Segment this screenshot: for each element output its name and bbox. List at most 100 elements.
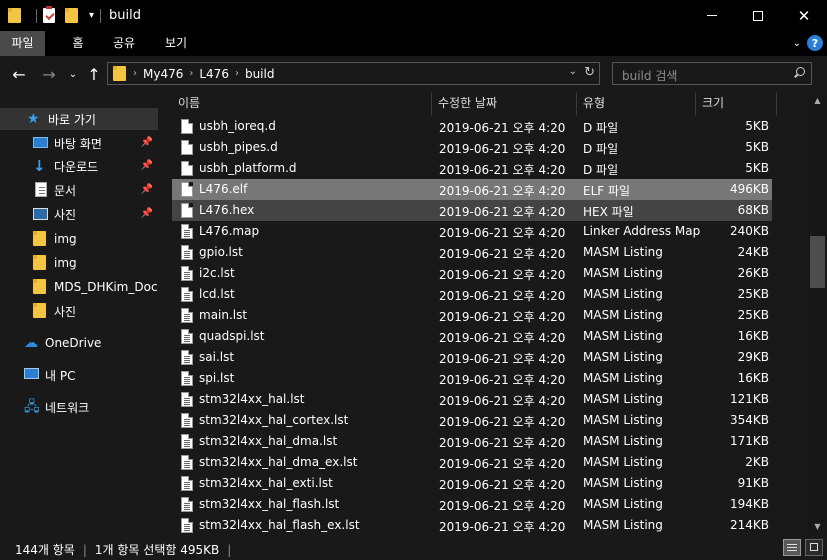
breadcrumb-l476[interactable]: L476 — [199, 67, 229, 81]
column-divider[interactable] — [776, 92, 777, 116]
help-icon[interactable]: ? — [807, 35, 823, 51]
nav-item-this-pc[interactable]: 내 PC — [0, 364, 158, 386]
forward-button[interactable]: → — [40, 65, 58, 84]
table-row[interactable]: stm32l4xx_hal.lst 2019-06-21 오후 4:20 MASM … — [172, 389, 772, 410]
nav-item-img-2[interactable]: img — [0, 252, 158, 274]
nav-item-onedrive[interactable]: ☁ OneDrive — [0, 332, 158, 354]
table-row[interactable]: L476.elf 2019-06-21 오후 4:20 ELF 파일 496KB — [172, 179, 772, 200]
ribbon-expand-icon[interactable]: ⌄ — [793, 38, 801, 49]
ribbon: 파일 홈 공유 보기 ⌄ ? — [0, 31, 827, 56]
search-input[interactable]: build 검색 — [612, 62, 812, 85]
table-row[interactable]: main.lst 2019-06-21 오후 4:20 MASM Listing 25… — [172, 305, 772, 326]
close-button[interactable]: ✕ — [781, 0, 827, 31]
nav-item-label: 바탕 화면 — [54, 136, 102, 151]
large-icons-view-icon — [810, 543, 818, 551]
address-dropdown-icon[interactable]: ⌄ — [569, 66, 577, 77]
table-row[interactable]: L476.map 2019-06-21 오후 4:20 Linker Address… — [172, 221, 772, 242]
table-row[interactable]: stm32l4xx_hal_flash_ex.lst 2019-06-21 오후 … — [172, 515, 772, 535]
nav-quick-access[interactable]: ★ 바로 가기 — [0, 108, 158, 130]
scroll-up-icon[interactable]: ▲ — [808, 92, 827, 109]
breadcrumb-my476[interactable]: My476 — [143, 67, 183, 81]
address-bar[interactable]: › My476 › L476 › build ⌄ ↻ — [107, 62, 600, 85]
recent-locations-button[interactable]: ⌄ — [64, 65, 82, 83]
table-row[interactable]: sai.lst 2019-06-21 오후 4:20 MASM Listing 29K… — [172, 347, 772, 368]
pin-icon[interactable]: 📌 — [141, 208, 153, 219]
table-row[interactable]: gpio.lst 2019-06-21 오후 4:20 MASM Listing 24… — [172, 242, 772, 263]
table-row[interactable]: stm32l4xx_hal_exti.lst 2019-06-21 오후 4:20… — [172, 473, 772, 494]
chevron-right-icon[interactable]: › — [235, 68, 239, 79]
refresh-icon[interactable]: ↻ — [584, 65, 595, 80]
nav-item-mds-dhkim-docs[interactable]: MDS_DHKim_Docs — [0, 276, 158, 298]
nav-item-desktop[interactable]: 바탕 화면 📌 — [0, 132, 158, 154]
table-row[interactable]: usbh_platform.d 2019-06-21 오후 4:20 D 파일 5KB — [172, 158, 772, 179]
file-name: stm32l4xx_hal_dma.lst — [199, 434, 338, 448]
table-row[interactable]: spi.lst 2019-06-21 오후 4:20 MASM Listing 16K… — [172, 368, 772, 389]
file-size: 496KB — [729, 182, 769, 196]
maximize-button[interactable] — [735, 0, 781, 31]
table-row[interactable]: stm32l4xx_hal_flash.lst 2019-06-21 오후 4:2… — [172, 494, 772, 515]
scroll-thumb[interactable] — [810, 236, 825, 288]
back-button[interactable]: ← — [10, 65, 28, 84]
tab-home[interactable]: 홈 — [58, 31, 98, 56]
table-row[interactable]: usbh_pipes.d 2019-06-21 오후 4:20 D 파일 5KB — [172, 137, 772, 158]
quick-access-toolbar: ▾ build — [0, 0, 141, 31]
document-icon — [33, 182, 49, 198]
nav-item-label: MDS_DHKim_Docs — [54, 280, 158, 294]
details-view-button[interactable] — [783, 539, 801, 556]
file-size: 26KB — [737, 266, 769, 280]
file-type: MASM Listing — [583, 434, 663, 448]
file-type: Linker Address Map — [583, 224, 701, 238]
column-header-date[interactable]: 수정한 날짜 — [432, 92, 576, 116]
nav-item-img[interactable]: img — [0, 228, 158, 250]
nav-item-downloads[interactable]: ↓ 다운로드 📌 — [0, 155, 158, 177]
table-row[interactable]: lcd.lst 2019-06-21 오후 4:20 MASM Listing 25K… — [172, 284, 772, 305]
table-row[interactable]: quadspi.lst 2019-06-21 오후 4:20 MASM Listin… — [172, 326, 772, 347]
file-icon — [181, 308, 193, 323]
status-item-count: 144개 항목 — [15, 543, 75, 557]
file-type: MASM Listing — [583, 497, 663, 511]
minimize-button[interactable] — [689, 0, 735, 31]
properties-icon[interactable] — [43, 5, 59, 24]
file-name: stm32l4xx_hal_dma_ex.lst — [199, 455, 358, 469]
file-icon — [181, 203, 193, 218]
new-folder-icon[interactable] — [65, 7, 81, 24]
pin-icon[interactable]: 📌 — [141, 160, 153, 171]
pin-icon[interactable]: 📌 — [141, 184, 153, 195]
chevron-right-icon[interactable]: › — [133, 68, 137, 79]
table-row[interactable]: stm32l4xx_hal_dma_ex.lst 2019-06-21 오후 4:… — [172, 452, 772, 473]
file-type: MASM Listing — [583, 308, 663, 322]
large-icons-view-button[interactable] — [805, 539, 823, 556]
file-type: MASM Listing — [583, 329, 663, 343]
download-icon: ↓ — [33, 157, 46, 175]
chevron-down-icon[interactable]: ▾ — [89, 10, 94, 21]
table-row[interactable]: i2c.lst 2019-06-21 오후 4:20 MASM Listing 26K… — [172, 263, 772, 284]
table-row[interactable]: stm32l4xx_hal_dma.lst 2019-06-21 오후 4:20 M… — [172, 431, 772, 452]
pin-icon[interactable]: 📌 — [141, 137, 153, 148]
column-header-size[interactable]: 크기 — [696, 92, 776, 116]
nav-item-documents[interactable]: 문서 📌 — [0, 179, 158, 201]
close-icon: ✕ — [797, 6, 811, 25]
file-size: 2KB — [745, 455, 769, 469]
search-icon[interactable] — [793, 67, 805, 79]
scroll-down-icon[interactable]: ▼ — [808, 518, 827, 535]
file-date: 2019-06-21 오후 4:20 — [439, 499, 566, 513]
vertical-scrollbar[interactable]: ▲ ▼ — [808, 92, 827, 535]
file-name: L476.elf — [199, 182, 248, 196]
nav-item-photos[interactable]: 사진 — [0, 300, 158, 322]
nav-item-network[interactable]: 🖧 네트워크 — [0, 396, 158, 418]
tab-share[interactable]: 공유 — [104, 31, 144, 56]
chevron-right-icon[interactable]: › — [189, 68, 193, 79]
nav-item-label: img — [54, 256, 77, 270]
tab-file[interactable]: 파일 — [0, 31, 45, 56]
tab-view[interactable]: 보기 — [156, 31, 196, 56]
file-icon — [181, 140, 193, 155]
column-header-name[interactable]: 이름 — [172, 92, 431, 116]
breadcrumb-build[interactable]: build — [245, 67, 275, 81]
up-button[interactable]: ↑ — [85, 65, 103, 84]
nav-item-pictures[interactable]: 사진 📌 — [0, 203, 158, 225]
table-row[interactable]: usbh_ioreq.d 2019-06-21 오후 4:20 D 파일 5KB — [172, 116, 772, 137]
file-size: 16KB — [737, 329, 769, 343]
file-date: 2019-06-21 오후 4:20 — [439, 478, 566, 492]
table-row[interactable]: L476.hex 2019-06-21 오후 4:20 HEX 파일 68KB — [172, 200, 772, 221]
table-row[interactable]: stm32l4xx_hal_cortex.lst 2019-06-21 오후 4:… — [172, 410, 772, 431]
